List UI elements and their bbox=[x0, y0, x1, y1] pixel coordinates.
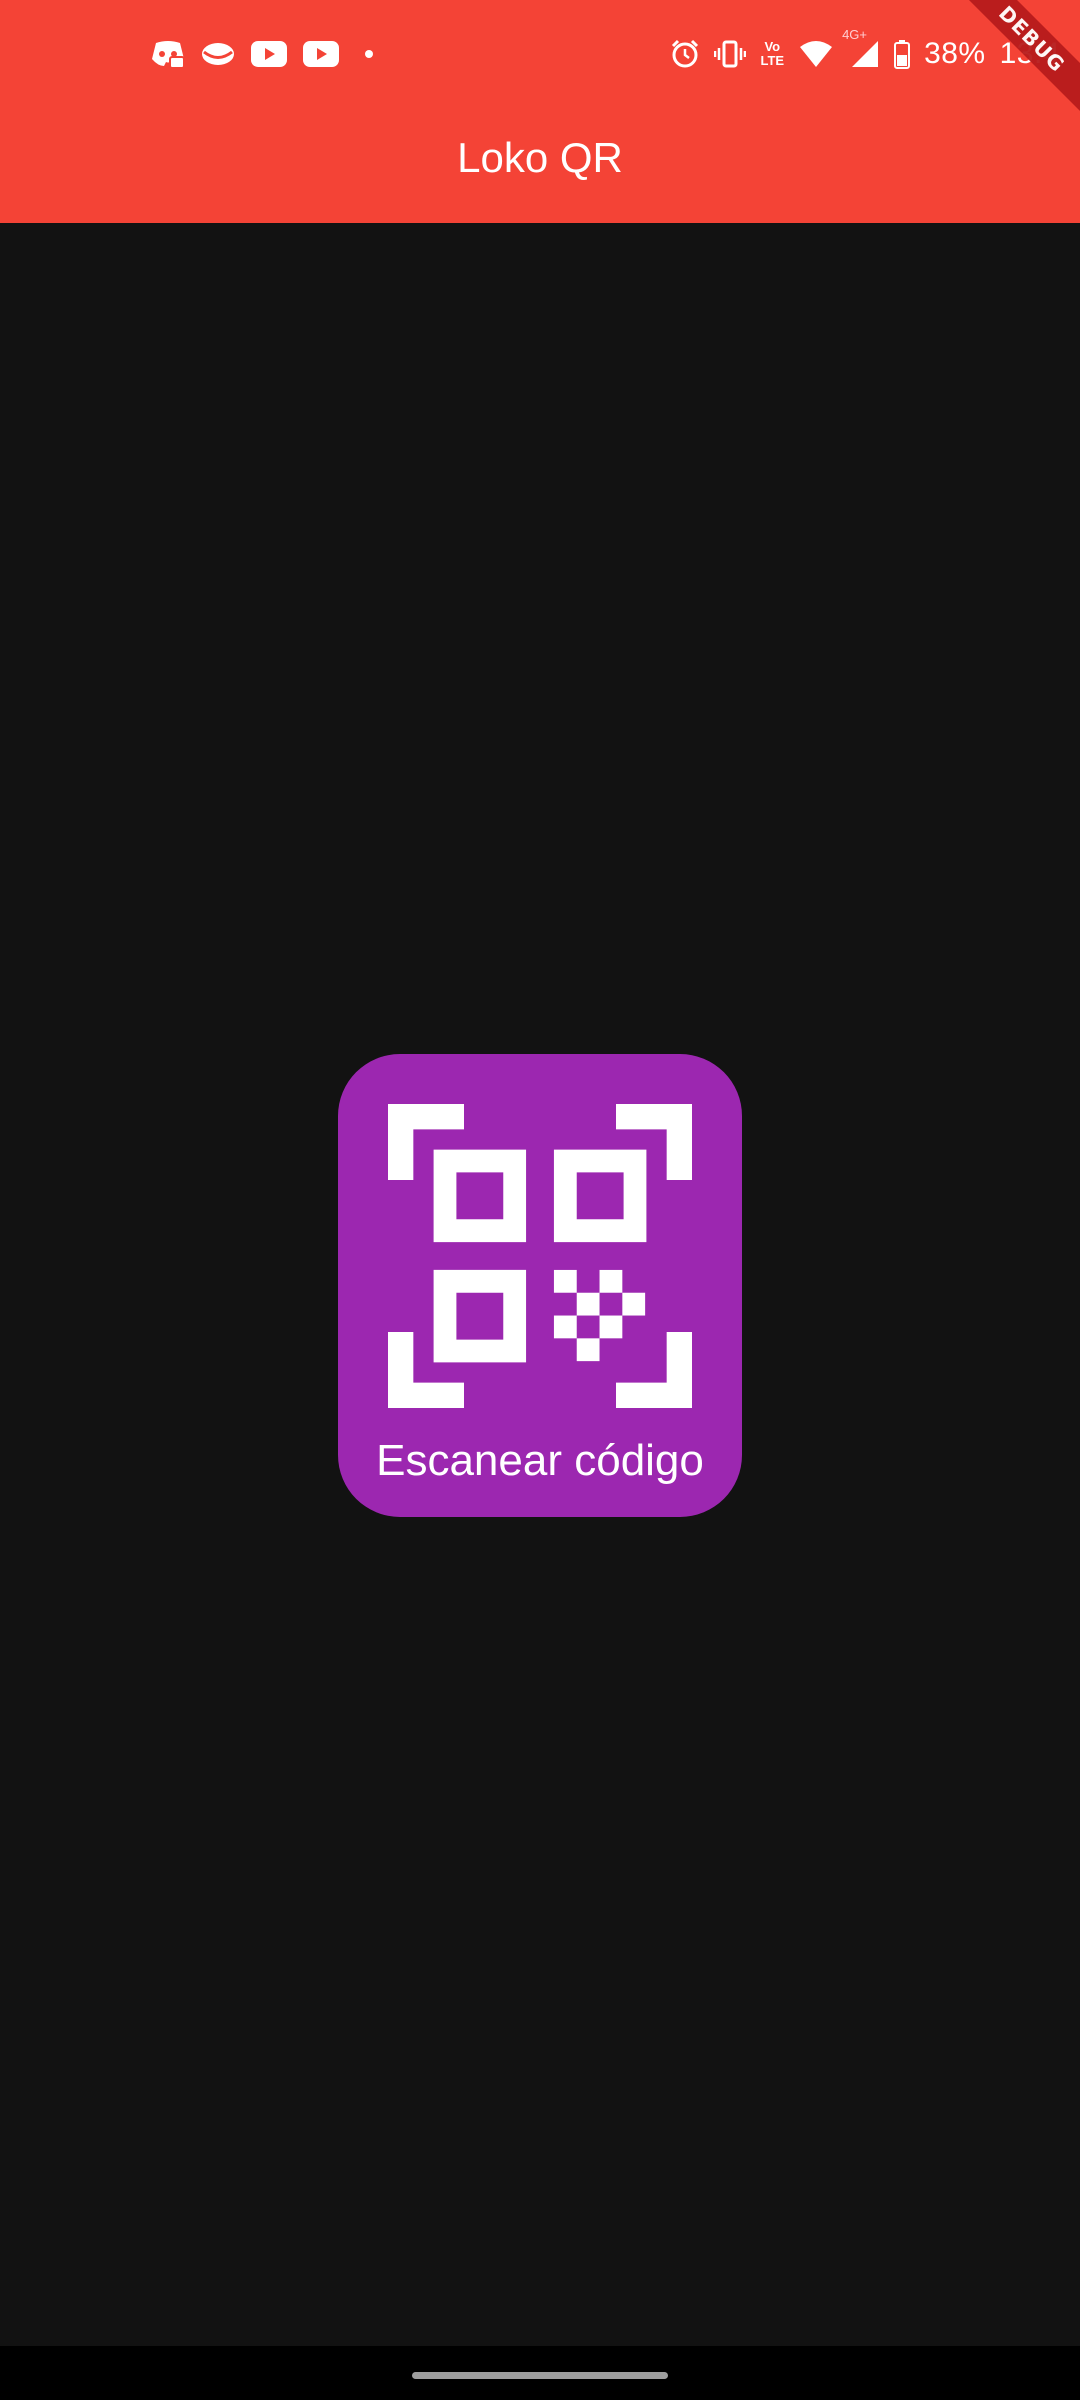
app-title: Loko QR bbox=[457, 134, 623, 181]
navigation-bar bbox=[0, 2346, 1080, 2400]
status-bar-notifications bbox=[150, 34, 374, 74]
status-bar: Vo LTE 4G+ 38% bbox=[0, 0, 1080, 104]
app-bar: Vo LTE 4G+ 38% Loko QR bbox=[0, 0, 1080, 223]
scan-code-label: Escanear código bbox=[376, 1436, 704, 1485]
pinterest-lens-icon bbox=[200, 39, 236, 69]
volte-label-top: Vo bbox=[764, 39, 781, 54]
status-bar-system: Vo LTE 4G+ 38% bbox=[670, 27, 1060, 76]
cell-signal-icon: 4G+ bbox=[842, 27, 880, 69]
battery-icon bbox=[894, 39, 911, 69]
qr-code-scanner-icon bbox=[388, 1104, 692, 1408]
network-type-label: 4G+ bbox=[842, 27, 867, 42]
youtube-icon bbox=[302, 40, 340, 68]
alarm-icon bbox=[670, 39, 700, 69]
battery-percent: 38% bbox=[924, 37, 986, 70]
discord-icon bbox=[150, 39, 186, 69]
screen: Vo LTE 4G+ 38% Loko QR DEBUG Escanear có… bbox=[0, 0, 1080, 2400]
home-gesture-handle[interactable] bbox=[412, 2372, 668, 2379]
youtube-icon bbox=[250, 40, 288, 68]
volte-label-bottom: LTE bbox=[760, 53, 785, 68]
volte-icon: Vo LTE bbox=[760, 40, 784, 68]
scan-code-button[interactable]: Escanear código bbox=[338, 1054, 742, 1517]
vibrate-icon bbox=[714, 39, 747, 69]
dot-icon bbox=[364, 49, 374, 59]
wifi-icon bbox=[798, 39, 834, 69]
